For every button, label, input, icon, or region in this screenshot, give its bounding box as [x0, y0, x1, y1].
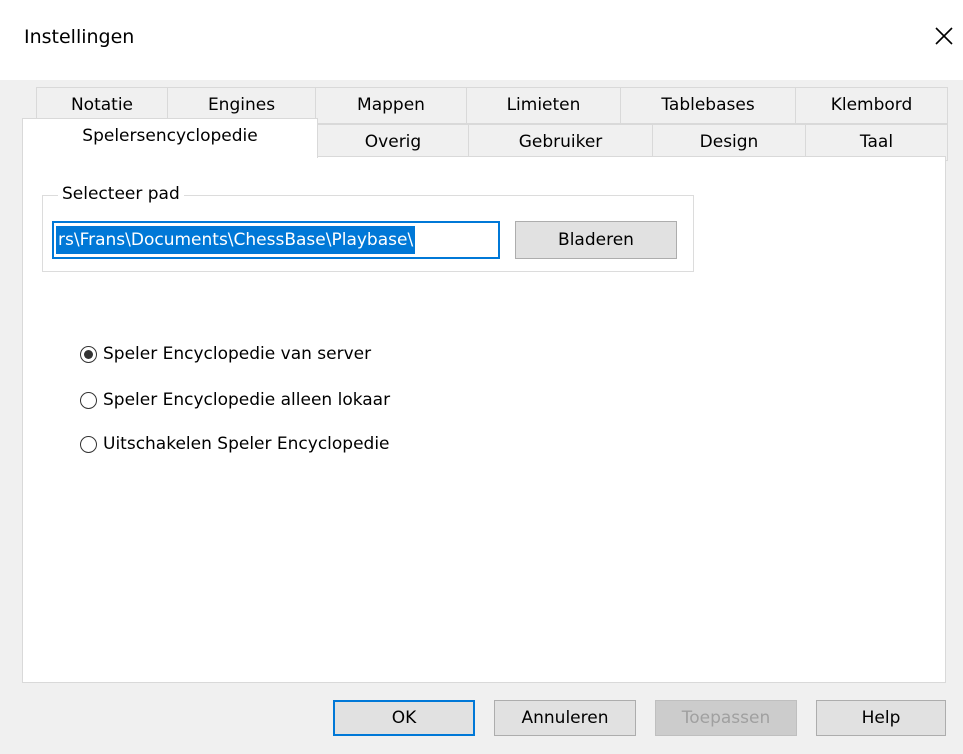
help-button-label: Help	[861, 708, 901, 728]
title-bar: Instellingen	[0, 0, 963, 80]
tab-mappen[interactable]: Mappen	[315, 87, 467, 124]
tab-label: Mappen	[357, 95, 425, 115]
option-disable[interactable]: Uitschakelen Speler Encyclopedie	[80, 432, 390, 456]
ok-button-label: OK	[391, 708, 417, 728]
tab-label: Klembord	[830, 95, 913, 115]
cancel-button-label: Annuleren	[521, 708, 609, 728]
apply-button: Toepassen	[655, 700, 797, 736]
help-button[interactable]: Help	[816, 700, 946, 736]
cancel-button[interactable]: Annuleren	[494, 700, 636, 736]
browse-button-label: Bladeren	[558, 230, 634, 250]
option-server[interactable]: Speler Encyclopedie van server	[80, 342, 371, 366]
tab-label: Design	[699, 132, 759, 152]
tab-label: Engines	[207, 95, 276, 115]
tab-label: Spelersencyclopedie	[82, 126, 258, 146]
apply-button-label: Toepassen	[681, 708, 771, 728]
close-icon[interactable]	[930, 22, 958, 50]
radio-unchecked-icon[interactable]	[80, 391, 97, 409]
radio-unchecked-icon[interactable]	[80, 435, 97, 453]
path-group-label: Selecteer pad	[58, 184, 184, 204]
window-title: Instellingen	[24, 26, 135, 48]
tab-label: Taal	[859, 132, 894, 152]
tab-spelersencyclopedie[interactable]: Spelersencyclopedie	[22, 118, 318, 158]
path-value: rs\Frans\Documents\ChessBase\Playbase\	[56, 226, 416, 254]
option-label: Speler Encyclopedie alleen lokaar	[103, 390, 391, 410]
tab-limieten[interactable]: Limieten	[466, 87, 621, 124]
tab-label: Gebruiker	[518, 132, 603, 152]
radio-checked-icon[interactable]	[80, 345, 97, 363]
path-input[interactable]: rs\Frans\Documents\ChessBase\Playbase\	[52, 221, 500, 259]
browse-button[interactable]: Bladeren	[515, 221, 677, 259]
tab-label: Limieten	[506, 95, 581, 115]
option-label: Speler Encyclopedie van server	[103, 344, 372, 364]
tab-klembord[interactable]: Klembord	[795, 87, 948, 124]
option-label: Uitschakelen Speler Encyclopedie	[103, 434, 390, 454]
tab-tablebases[interactable]: Tablebases	[620, 87, 796, 124]
option-local[interactable]: Speler Encyclopedie alleen lokaar	[80, 388, 390, 412]
tab-label: Tablebases	[661, 95, 755, 115]
tab-label: Overig	[364, 132, 422, 152]
tab-label: Notatie	[70, 95, 134, 115]
ok-button[interactable]: OK	[333, 700, 475, 736]
